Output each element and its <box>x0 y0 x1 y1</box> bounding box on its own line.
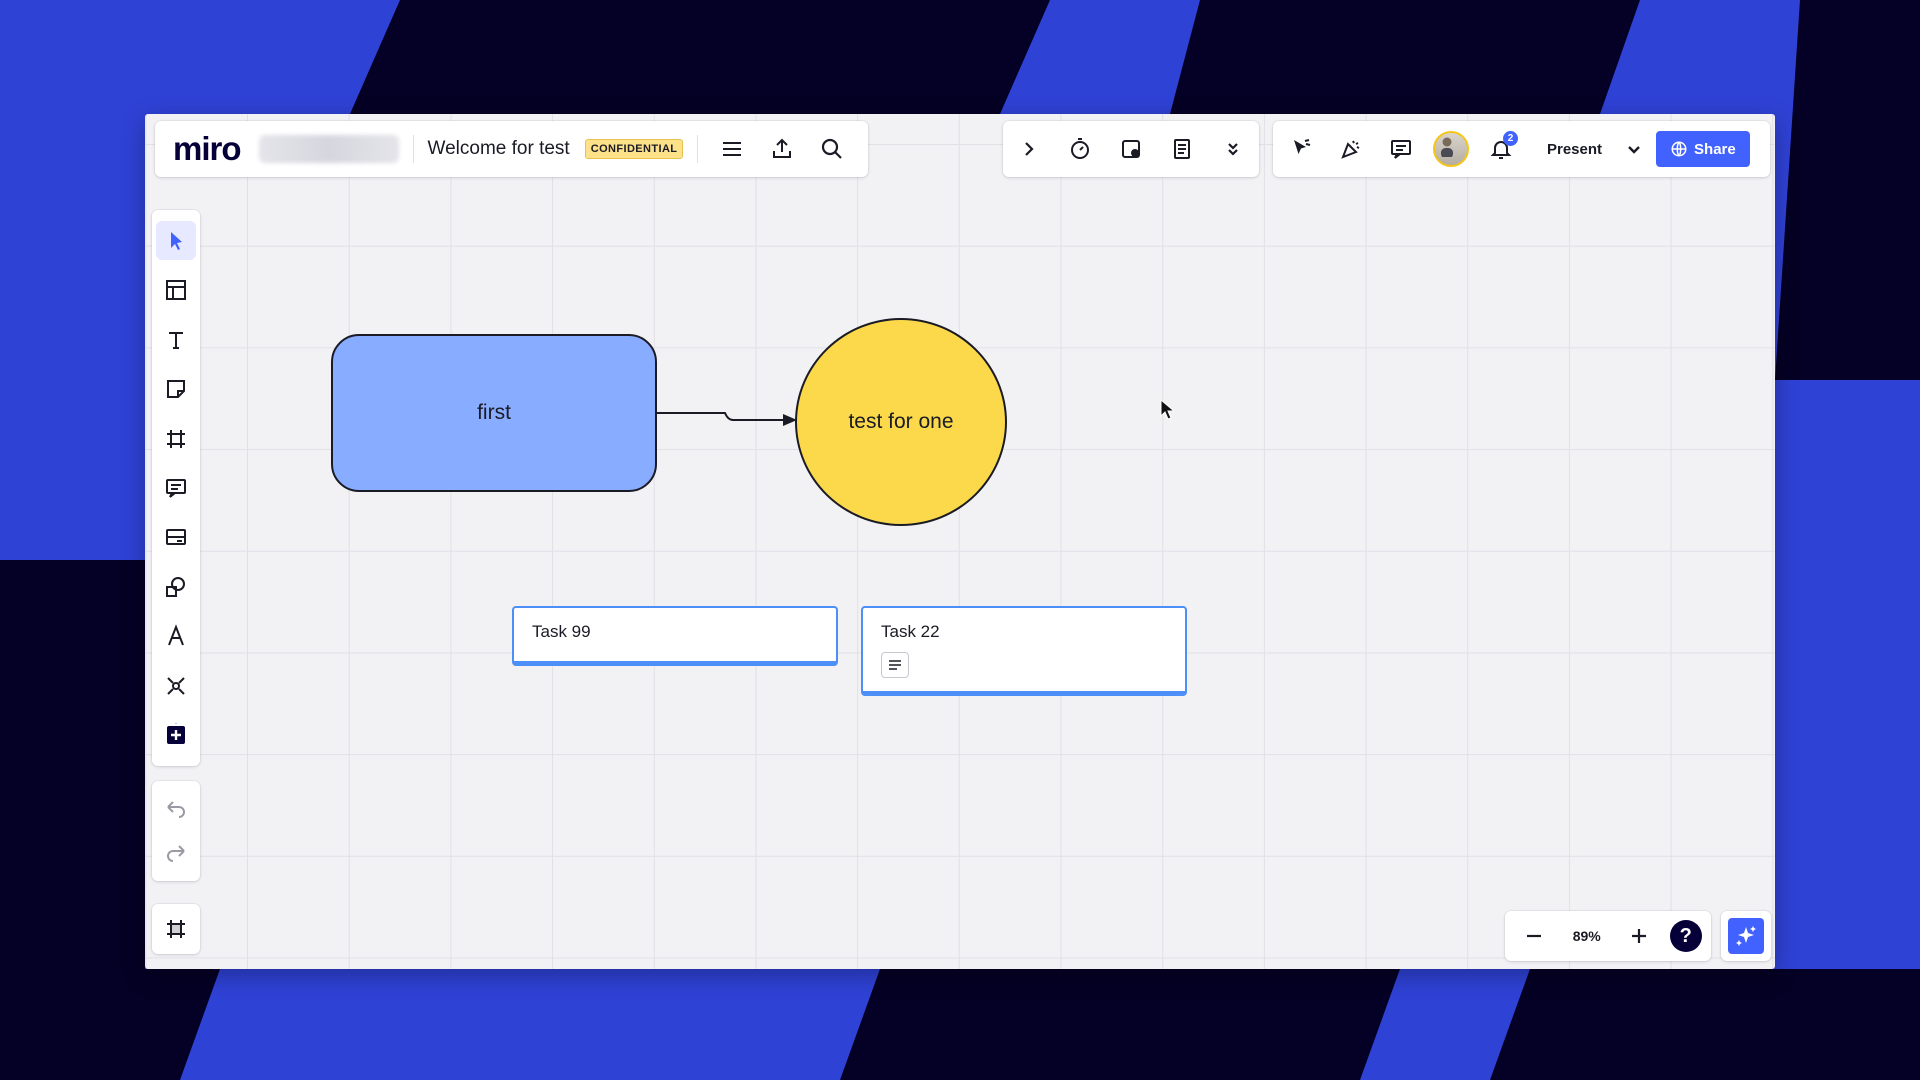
card-title: Task 99 <box>532 622 591 641</box>
notifications-button[interactable]: 2 <box>1481 129 1521 169</box>
history-toolbar <box>152 781 200 881</box>
export-button[interactable] <box>762 129 802 169</box>
board-insert-icon <box>1121 140 1140 158</box>
card-icon <box>166 529 186 546</box>
help-button[interactable]: ? <box>1669 920 1702 952</box>
text-icon <box>169 331 183 349</box>
divider <box>697 135 699 163</box>
comment-icon <box>166 478 186 498</box>
miro-logo[interactable]: miro <box>173 130 242 168</box>
comments-button[interactable] <box>1381 129 1421 169</box>
comment-icon <box>1391 140 1411 159</box>
menu-button[interactable] <box>712 129 752 169</box>
confidential-badge[interactable]: CONFIDENTIAL <box>584 139 684 159</box>
templates-tool[interactable] <box>156 270 196 309</box>
chevron-down-icon <box>1628 146 1640 154</box>
present-button[interactable]: Present <box>1529 131 1620 167</box>
miro-board-window: miro Welcome for test CONFIDENTIAL 2 Pre… <box>145 114 1775 969</box>
task-card[interactable]: Task 22 <box>861 606 1187 696</box>
frame-icon <box>167 920 185 938</box>
notes-button[interactable] <box>1162 129 1202 169</box>
cursor-follow-icon <box>1294 139 1311 154</box>
templates-button[interactable] <box>1111 129 1151 169</box>
frames-panel-button-container <box>152 904 200 954</box>
divider <box>412 135 414 163</box>
board-title[interactable]: Welcome for test <box>428 138 570 160</box>
minus-icon <box>1527 934 1542 938</box>
undo-button[interactable] <box>156 792 196 826</box>
shape-rounded-rectangle[interactable]: first <box>331 334 657 492</box>
search-icon <box>822 138 843 159</box>
collaboration-panel: 2 Present Share <box>1273 121 1770 177</box>
share-label: Share <box>1694 140 1736 158</box>
ai-assistant-container <box>1721 911 1771 961</box>
undo-icon <box>167 801 185 818</box>
chevron-double-down-icon <box>1228 143 1239 156</box>
zoom-level[interactable]: 89% <box>1565 928 1609 944</box>
zoom-out-button[interactable] <box>1514 916 1554 956</box>
pointer-icon <box>171 231 182 250</box>
redo-button[interactable] <box>156 836 196 870</box>
timer-icon <box>1070 138 1089 159</box>
shapes-icon <box>166 576 185 597</box>
frame-tool[interactable] <box>156 419 196 458</box>
frame-icon <box>167 429 185 448</box>
redo-icon <box>167 845 185 862</box>
workspace-name-blurred[interactable] <box>258 135 399 163</box>
shapes-tool[interactable] <box>156 567 196 606</box>
user-avatar-button[interactable] <box>1431 129 1471 169</box>
comment-tool[interactable] <box>156 468 196 507</box>
party-popper-icon <box>1341 140 1360 159</box>
add-apps-button[interactable] <box>156 716 196 755</box>
board-header-panel: miro Welcome for test CONFIDENTIAL <box>155 121 868 177</box>
zoom-in-button[interactable] <box>1619 916 1659 956</box>
mouse-cursor-icon <box>1160 399 1176 420</box>
sticky-note-tool[interactable] <box>156 369 196 408</box>
task-card[interactable]: Task 99 <box>512 606 838 666</box>
upload-icon <box>773 138 792 158</box>
plus-icon <box>1632 929 1647 943</box>
notification-count-badge: 2 <box>1503 131 1518 146</box>
card-description-indicator[interactable] <box>881 652 909 678</box>
layout-icon <box>166 280 186 301</box>
card-title: Task 22 <box>881 622 940 641</box>
zoom-panel: 89% ? <box>1505 911 1711 961</box>
sparkles-icon <box>1736 926 1756 946</box>
frames-panel-button[interactable] <box>156 909 196 949</box>
text-tool[interactable] <box>156 320 196 359</box>
select-tool[interactable] <box>156 221 196 261</box>
avatar <box>1433 131 1469 167</box>
card-tool[interactable] <box>156 518 196 557</box>
shape-label: test for one <box>848 410 954 433</box>
shape-circle[interactable]: test for one <box>795 318 1007 526</box>
chevron-right-icon <box>1024 142 1034 156</box>
more-tools-button[interactable] <box>1213 129 1253 169</box>
pen-icon <box>168 624 184 646</box>
search-button[interactable] <box>812 129 852 169</box>
pen-tool[interactable] <box>156 617 196 656</box>
board-tools-panel <box>1003 121 1259 177</box>
expand-tools-button[interactable] <box>1009 129 1049 169</box>
document-icon <box>1174 139 1191 159</box>
plus-square-icon <box>167 723 185 745</box>
ai-assistant-button[interactable] <box>1728 918 1764 954</box>
celebrate-button[interactable] <box>1331 129 1371 169</box>
connector-arrow[interactable] <box>145 114 1775 969</box>
globe-icon <box>1671 141 1687 157</box>
mind-map-tool[interactable] <box>156 666 196 705</box>
user-portrait-icon <box>1441 137 1453 159</box>
shape-label: first <box>477 401 511 424</box>
share-button[interactable]: Share <box>1656 131 1750 167</box>
mind-map-icon <box>167 677 185 695</box>
hamburger-icon <box>723 142 742 156</box>
text-lines-icon <box>889 660 901 670</box>
present-options-button[interactable] <box>1620 129 1648 169</box>
creation-toolbar <box>152 210 200 766</box>
sticky-note-icon <box>167 380 185 399</box>
cursor-tracking-button[interactable] <box>1281 129 1321 169</box>
timer-button[interactable] <box>1060 129 1100 169</box>
